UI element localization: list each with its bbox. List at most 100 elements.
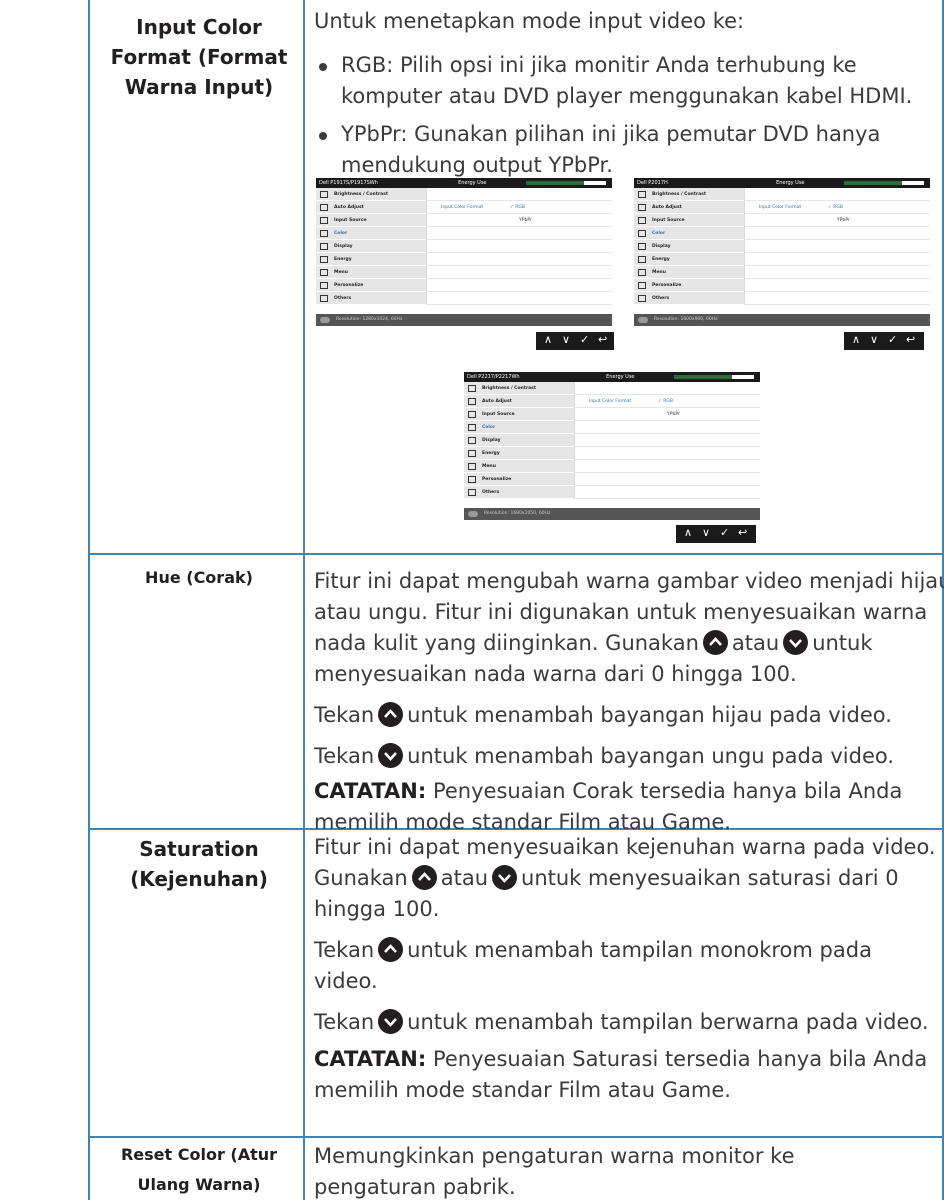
hue-paragraph-1: Fitur ini dapat mengubah warna gambar vi… — [314, 569, 944, 686]
osd-resolution: Resolution: 1600x900, 60Hz — [654, 317, 718, 322]
monitor-icon — [468, 511, 478, 517]
osd-menu-item-icon — [320, 282, 328, 289]
osd-menu-list: Brightness / Contrast Auto Adjust Input So… — [316, 188, 426, 305]
bullet-rgb: RGB: Pilih opsi ini jika monitir Anda te… — [314, 50, 934, 112]
osd-menu-item-icon — [468, 489, 476, 496]
down-button-icon: ∨ — [702, 526, 711, 539]
osd-menu-item-icon — [320, 230, 328, 237]
osd-submenu-panel: Input Color Format ✓ RGB YPbPr — [426, 188, 612, 305]
osd-menu-item: Menu — [316, 266, 426, 279]
hue-note: CATATAN: Penyesuaian Corak tersedia hany… — [314, 779, 903, 834]
osd-menu-item-icon — [638, 217, 646, 224]
up-button-icon: ∧ — [544, 333, 553, 346]
osd-menu-item: Energy — [634, 253, 744, 266]
osd-menu-item: Input Source — [634, 214, 744, 227]
osd-option-ypbpr: YPbPr — [667, 412, 680, 417]
osd-menu-item-icon — [320, 295, 328, 302]
osd-title-bar: Dell P2217/P2217Wh Energy Use — [464, 372, 760, 382]
osd-menu-item-icon — [320, 243, 328, 250]
osd-menu-item: Color — [316, 227, 426, 240]
row-label-reset-color: Reset Color (Atur Ulang Warna) — [120, 1145, 278, 1194]
check-button-icon: ✓ — [720, 526, 730, 539]
osd-option-ypbpr: YPbPr — [519, 218, 532, 223]
osd-menu-item: Auto Adjust — [634, 201, 744, 214]
osd-submenu-panel: Input Color Format ✓ RGB YPbPr — [744, 188, 930, 305]
osd-menu-item-icon — [320, 217, 328, 224]
osd-menu-item: Brightness / Contrast — [316, 188, 426, 201]
osd-menu-item: Menu — [634, 266, 744, 279]
osd-menu-item-icon — [638, 204, 646, 211]
osd-menu-item: Display — [316, 240, 426, 253]
osd-resolution: Resolution: 1680x1050, 60Hz — [484, 511, 551, 516]
monitor-icon — [320, 317, 330, 323]
check-button-icon: ✓ — [580, 333, 590, 346]
osd-menu-item-icon — [320, 191, 328, 198]
osd-option-label: Input Color Format — [589, 399, 632, 404]
hue-paragraph-2: Tekan untuk menambah bayangan hijau pada … — [314, 702, 892, 727]
osd-menu-item-icon — [638, 243, 646, 250]
osd-energy-label: Energy Use — [776, 180, 805, 186]
osd-option-label: Input Color Format — [441, 205, 484, 210]
osd-model-name: Dell P1917S/P1917SWh — [319, 180, 378, 186]
back-button-icon: ↩ — [598, 333, 608, 346]
osd-menu-item-icon — [468, 437, 476, 444]
osd-menu-item: Personalize — [464, 473, 574, 486]
osd-menu-item: Others — [316, 292, 426, 305]
osd-option-rgb: ✓ RGB — [828, 205, 843, 210]
osd-menu-item: Auto Adjust — [316, 201, 426, 214]
bullet-ypbpr: YPbPr: Gunakan pilihan ini jika pemutar … — [314, 119, 934, 181]
osd-menu-item-icon — [320, 256, 328, 263]
back-button-icon: ↩ — [906, 333, 916, 346]
column-divider-line — [303, 0, 305, 1200]
osd-menu-item-icon — [638, 191, 646, 198]
osd-button-bar: ∧ ∨ ✓ ↩ — [844, 332, 924, 350]
osd-resolution: Resolution: 1280x1024, 60Hz — [336, 317, 403, 322]
osd-menu-item-icon — [468, 450, 476, 457]
osd-menu-item: Others — [464, 486, 574, 499]
osd-energy-label: Energy Use — [458, 180, 487, 186]
intro-text: Untuk menetapkan mode input video ke: — [314, 9, 745, 33]
osd-menu-item: Display — [464, 434, 574, 447]
osd-menu-item-icon — [638, 295, 646, 302]
osd-menu-item: Energy — [316, 253, 426, 266]
osd-menu-list: Brightness / Contrast Auto Adjust Input So… — [634, 188, 744, 305]
osd-menu-screenshot: Dell P2217/P2217Wh Energy Use Brightness /… — [464, 372, 760, 520]
osd-menu-item-icon — [468, 385, 476, 392]
reset-color-description: Memungkinkan pengaturan warna monitor ke… — [314, 1144, 795, 1199]
osd-menu-item-icon — [638, 256, 646, 263]
osd-menu-list: Brightness / Contrast Auto Adjust Input So… — [464, 382, 574, 499]
osd-title-bar: Dell P2017H Energy Use — [634, 178, 930, 188]
up-arrow-icon — [378, 702, 404, 727]
osd-menu-item: Color — [634, 227, 744, 240]
row-divider — [88, 1136, 944, 1138]
osd-option-rgb: ✓ RGB — [510, 205, 525, 210]
osd-button-bar: ∧ ∨ ✓ ↩ — [536, 332, 614, 350]
osd-option-rgb: ✓ RGB — [658, 399, 673, 404]
saturation-description: Fitur ini dapat menyesuaikan kejenuhan w… — [314, 832, 942, 1106]
osd-menu-item: Energy — [464, 447, 574, 460]
hue-description: Fitur ini dapat mengubah warna gambar vi… — [314, 566, 944, 838]
energy-meter — [844, 181, 924, 185]
osd-menu-item: Auto Adjust — [464, 395, 574, 408]
left-margin-line — [88, 0, 90, 1200]
back-button-icon: ↩ — [738, 526, 748, 539]
up-arrow-icon — [378, 937, 404, 962]
osd-menu-item: Input Source — [316, 214, 426, 227]
osd-model-name: Dell P2217/P2217Wh — [467, 374, 520, 380]
osd-menu-item-icon — [468, 463, 476, 470]
osd-menu-item-icon — [320, 269, 328, 276]
down-arrow-icon — [378, 1009, 404, 1034]
input-color-format-description: Untuk menetapkan mode input video ke: RG… — [314, 6, 934, 181]
row-label-saturation: Saturation (Kejenuhan) — [130, 837, 268, 891]
row-divider — [88, 553, 944, 555]
osd-menu-item-icon — [320, 204, 328, 211]
osd-menu-item: Color — [464, 421, 574, 434]
osd-menu-screenshot: Dell P1917S/P1917SWh Energy Use Brightness… — [316, 178, 612, 326]
osd-menu-item: Personalize — [316, 279, 426, 292]
up-arrow-icon — [702, 630, 728, 655]
osd-menu-item-icon — [468, 398, 476, 405]
osd-menu-item-icon — [638, 230, 646, 237]
osd-submenu-panel: Input Color Format ✓ RGB YPbPr — [574, 382, 760, 499]
osd-menu-screenshot: Dell P2017H Energy Use Brightness / Contra… — [634, 178, 930, 326]
monitor-icon — [638, 317, 648, 323]
